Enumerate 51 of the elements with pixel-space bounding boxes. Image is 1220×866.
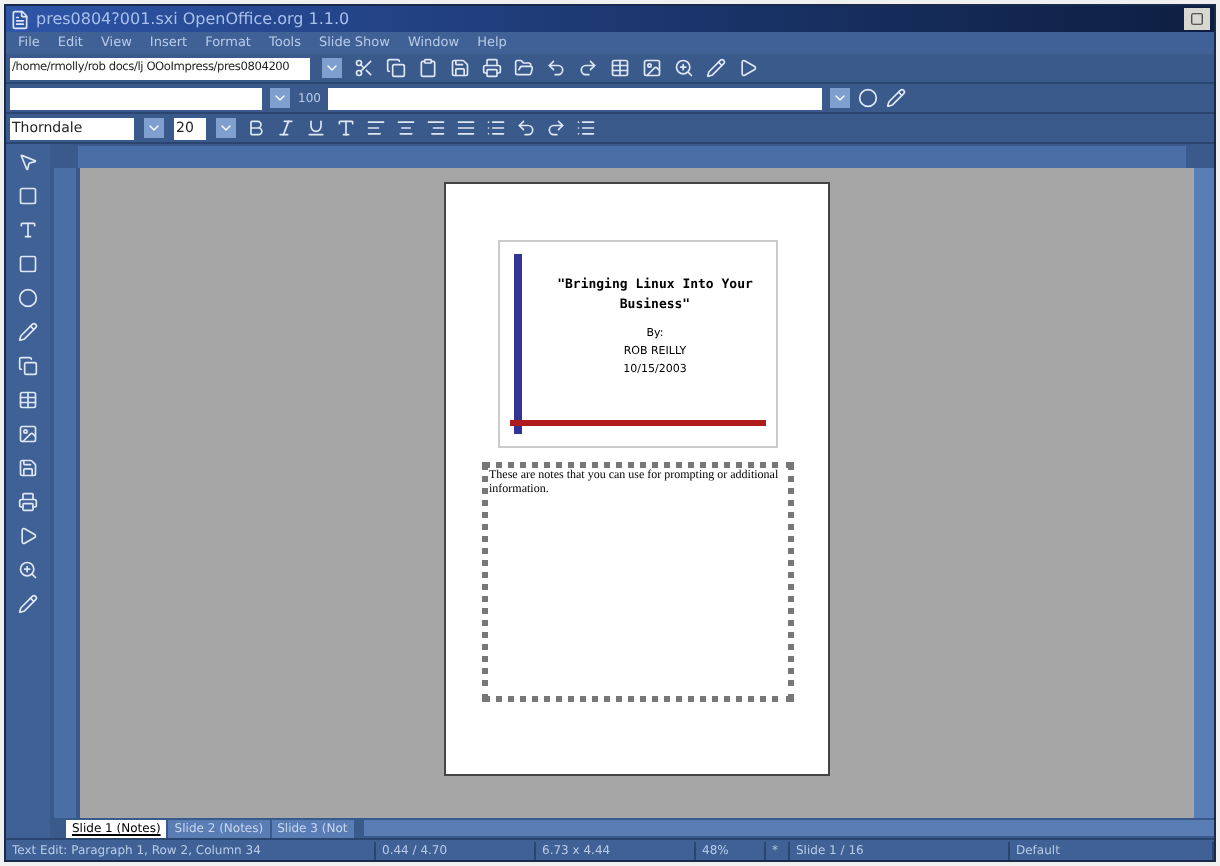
toolbar-icon[interactable] <box>578 58 598 78</box>
command-field[interactable] <box>328 87 823 109</box>
horizontal-scrollbar[interactable] <box>363 820 1214 836</box>
dropdown-button[interactable] <box>830 88 851 108</box>
toolbar-icon[interactable] <box>366 118 386 138</box>
caret-icon <box>324 60 340 76</box>
tool-icon[interactable] <box>18 424 38 444</box>
target-field[interactable] <box>10 87 262 109</box>
toolbar-icon[interactable] <box>418 58 438 78</box>
toolbar-icon[interactable] <box>276 118 296 138</box>
toolbar-icon[interactable] <box>610 58 630 78</box>
caret-icon <box>146 120 162 136</box>
toolbar-icon[interactable] <box>306 118 326 138</box>
toolbar-icon[interactable] <box>482 58 502 78</box>
toolbar-icon[interactable] <box>246 118 266 138</box>
window-menu-icon[interactable] <box>10 9 30 29</box>
toolbar-icon[interactable] <box>858 88 879 108</box>
caret-icon <box>272 90 288 106</box>
toolbar-icon[interactable] <box>738 58 758 78</box>
toolbar-icon[interactable] <box>886 88 907 108</box>
toolbar-icon[interactable] <box>642 58 662 78</box>
tool-icon[interactable] <box>18 526 38 546</box>
toolbar-icon[interactable] <box>396 118 416 138</box>
tool-icon[interactable] <box>18 492 38 512</box>
toolbar-icon[interactable] <box>514 58 534 78</box>
toolbar-icon[interactable] <box>486 118 506 138</box>
toolbar-icon[interactable] <box>706 58 726 78</box>
toolbar-icon[interactable] <box>456 118 476 138</box>
toolbar-icon[interactable] <box>336 118 356 138</box>
tool-icon[interactable] <box>18 560 38 580</box>
toolbar-icon[interactable] <box>674 58 694 78</box>
toolbar-icon[interactable] <box>426 118 446 138</box>
window-title: pres0804?001.sxi OpenOffice.org 1.1.0 <box>36 7 350 31</box>
tool-icon[interactable] <box>18 594 38 614</box>
tool-icon[interactable] <box>18 458 38 478</box>
tool-icon[interactable] <box>18 220 38 240</box>
toolbar-icon[interactable] <box>386 58 406 78</box>
maximize-icon[interactable] <box>1190 12 1204 26</box>
toolbar-icon[interactable] <box>576 118 596 138</box>
toolbar-icon[interactable] <box>546 118 566 138</box>
tool-icon[interactable] <box>18 322 38 342</box>
caret-icon <box>832 90 849 106</box>
tool-icon[interactable] <box>18 356 38 376</box>
toolbar-icon[interactable] <box>546 58 566 78</box>
vertical-scrollbar[interactable] <box>1194 168 1214 818</box>
toolbar-icon[interactable] <box>516 118 536 138</box>
caret-icon <box>218 120 234 136</box>
toolbar-icon[interactable] <box>354 58 374 78</box>
tool-icon[interactable] <box>18 390 38 410</box>
window-controls[interactable] <box>1184 8 1210 30</box>
toolbar-icon[interactable] <box>450 58 470 78</box>
